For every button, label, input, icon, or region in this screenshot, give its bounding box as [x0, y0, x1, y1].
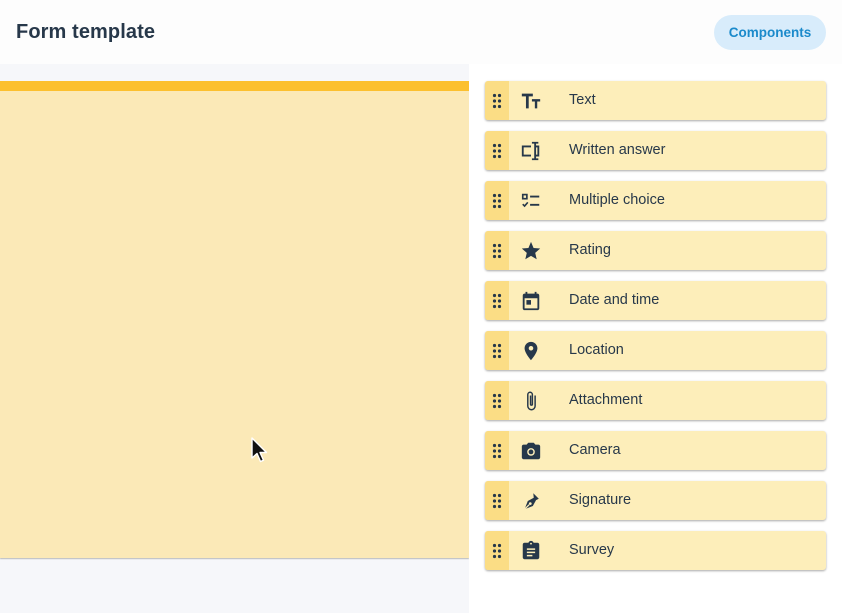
drag-handle-icon[interactable]	[485, 531, 509, 570]
component-text[interactable]: Text	[485, 81, 826, 120]
text-format-icon	[521, 93, 541, 109]
component-label: Rating	[569, 242, 611, 258]
star-icon	[521, 241, 541, 260]
form-canvas[interactable]	[0, 64, 469, 613]
page-title: Form template	[16, 21, 156, 43]
components-button[interactable]: Components	[714, 15, 826, 50]
drag-handle-icon[interactable]	[485, 331, 509, 370]
component-label: Camera	[569, 442, 621, 458]
component-label: Date and time	[569, 292, 660, 308]
app-header: Form template Components	[0, 0, 842, 64]
component-label: Location	[569, 342, 624, 358]
drag-handle-icon[interactable]	[485, 131, 509, 170]
text-input-icon	[521, 141, 540, 161]
component-location[interactable]: Location	[485, 331, 826, 370]
component-signature[interactable]: Signature	[485, 481, 826, 520]
drag-handle-icon[interactable]	[485, 231, 509, 270]
component-written-answer[interactable]: Written answer	[485, 131, 826, 170]
component-date-and-time[interactable]: Date and time	[485, 281, 826, 320]
drag-handle-icon[interactable]	[485, 81, 509, 120]
drag-handle-icon[interactable]	[485, 281, 509, 320]
drag-handle-icon[interactable]	[485, 481, 509, 520]
component-label: Attachment	[569, 392, 643, 408]
component-label: Written answer	[569, 142, 666, 158]
form-drop-zone[interactable]	[0, 81, 469, 558]
component-camera[interactable]: Camera	[485, 431, 826, 470]
component-list: Text Written answer Multiple choice Rati…	[485, 81, 826, 581]
calendar-icon	[522, 291, 540, 311]
component-survey[interactable]: Survey	[485, 531, 826, 570]
camera-icon	[521, 442, 541, 460]
checklist-icon	[521, 193, 540, 208]
clipboard-icon	[522, 540, 540, 560]
component-attachment[interactable]: Attachment	[485, 381, 826, 420]
component-rating[interactable]: Rating	[485, 231, 826, 270]
component-multiple-choice[interactable]: Multiple choice	[485, 181, 826, 220]
component-label: Multiple choice	[569, 192, 665, 208]
mouse-pointer-icon	[251, 437, 268, 463]
component-label: Survey	[569, 542, 615, 558]
location-pin-icon	[524, 341, 538, 361]
component-label: Signature	[569, 492, 632, 508]
paperclip-icon	[527, 391, 536, 411]
drag-handle-icon[interactable]	[485, 381, 509, 420]
drag-handle-icon[interactable]	[485, 181, 509, 220]
pen-nib-icon	[524, 493, 539, 510]
drag-handle-icon[interactable]	[485, 431, 509, 470]
component-label: Text	[569, 92, 596, 108]
